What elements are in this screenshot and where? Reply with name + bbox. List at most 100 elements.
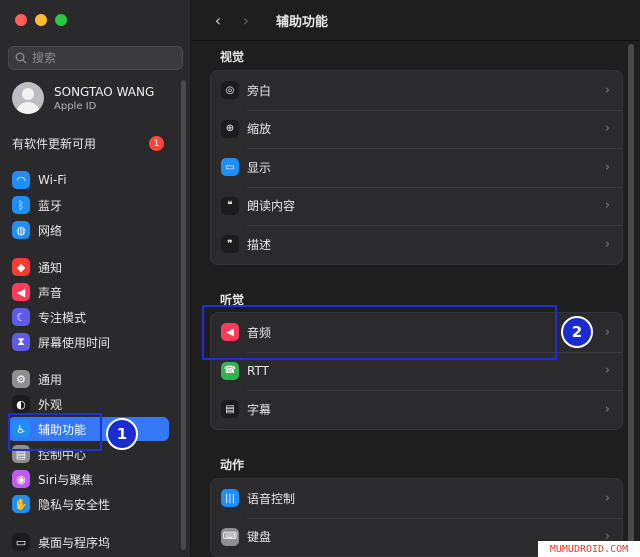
sidebar-item-label: 声音: [38, 285, 63, 300]
spoken-content-icon: ❝: [221, 196, 239, 215]
sidebar-item-gear[interactable]: ⚙ 通用: [8, 367, 169, 391]
section-title: 动作: [220, 458, 245, 472]
moon-icon: ☾: [12, 308, 30, 326]
sidebar-item-bluetooth[interactable]: ᛒ 蓝牙: [8, 193, 169, 217]
settings-row-label: 旁白: [247, 83, 272, 98]
chevron-right-icon: ›: [604, 82, 610, 98]
sidebar-item-globe[interactable]: ◍ 网络: [8, 218, 169, 242]
settings-row-label: 字幕: [247, 402, 272, 417]
bell-icon: ◆: [12, 258, 30, 276]
sidebar-item-label: Siri与聚焦: [38, 472, 94, 487]
settings-row-captions[interactable]: ▤ 字幕 ›: [211, 390, 622, 429]
sidebar-item-hourglass[interactable]: ⧗ 屏幕使用时间: [8, 330, 169, 354]
annotation-box-2: [202, 305, 557, 360]
sidebar-item-label: Wi-Fi: [38, 173, 67, 187]
annotation-badge-1: 1: [106, 418, 138, 450]
settings-row-zoom[interactable]: ⊕ 缩放 ›: [211, 109, 622, 149]
wifi-icon: ◠: [12, 171, 30, 189]
bluetooth-icon: ᛒ: [12, 196, 30, 214]
update-count-badge: 1: [149, 136, 164, 151]
sidebar-item-wifi[interactable]: ◠ Wi-Fi: [8, 168, 169, 192]
toolbar-divider: [192, 40, 640, 41]
main-panel: ‹ › 辅助功能 视觉 ◎ 旁白 › ⊕ 缩放 › ▭ 显示 › ❝ 朗读内容 › ❞ 描述 › 听觉 ◀ 音频 › ☎…: [192, 0, 640, 557]
settings-row-label: 缩放: [247, 122, 272, 137]
settings-row-label: 语音控制: [247, 491, 296, 506]
sidebar-item-label: 蓝牙: [38, 198, 63, 213]
chevron-right-icon: ›: [604, 490, 610, 506]
dock-icon: ▭: [12, 533, 30, 551]
search-icon: [15, 52, 27, 64]
avatar: [12, 82, 44, 114]
main-scrollbar[interactable]: [628, 44, 634, 549]
chevron-right-icon: ›: [604, 121, 610, 137]
settings-row-label: 显示: [247, 160, 272, 175]
account-name: SONGTAO WANG: [54, 84, 155, 99]
gear-icon: ⚙: [12, 370, 30, 388]
settings-row-voiceover[interactable]: ◎ 旁白 ›: [211, 71, 622, 110]
window-controls: [15, 14, 67, 26]
software-update-item[interactable]: 有软件更新可用 1: [12, 135, 164, 152]
toolbar: ‹ › 辅助功能: [192, 0, 640, 40]
zoom-window-button[interactable]: [55, 14, 67, 26]
sidebar-item-label: 通知: [38, 260, 63, 275]
chevron-right-icon: ›: [604, 401, 610, 417]
annotation-box-1: [8, 413, 102, 451]
rtt-icon: ☎: [221, 361, 239, 380]
settings-row-descriptions[interactable]: ❞ 描述 ›: [211, 225, 622, 264]
chevron-right-icon: ›: [604, 363, 610, 379]
software-update-label: 有软件更新可用: [12, 137, 97, 151]
settings-row-display[interactable]: ▭ 显示 ›: [211, 148, 622, 187]
sidebar-item-label: 外观: [38, 397, 63, 412]
close-window-button[interactable]: [15, 14, 27, 26]
appearance-icon: ◐: [12, 395, 30, 413]
settings-row-label: 描述: [247, 237, 272, 252]
globe-icon: ◍: [12, 221, 30, 239]
annotation-badge-2: 2: [561, 316, 593, 348]
sidebar-item-label: 隐私与安全性: [38, 497, 111, 512]
voiceover-icon: ◎: [221, 81, 239, 100]
settings-row-label: RTT: [247, 363, 269, 378]
sidebar-item-moon[interactable]: ☾ 专注模式: [8, 305, 169, 329]
sidebar-item-label: 网络: [38, 223, 63, 238]
sidebar-item-label: 屏幕使用时间: [38, 335, 111, 350]
sidebar-item-label: 通用: [38, 372, 63, 387]
watermark: MUMUDROID.COM: [538, 541, 640, 557]
apple-id-account[interactable]: SONGTAO WANG Apple ID: [12, 82, 154, 114]
descriptions-icon: ❞: [221, 235, 239, 254]
sidebar: SONGTAO WANG Apple ID 有软件更新可用 1 ◠ Wi-Fi ᛒ蓝…: [0, 0, 191, 557]
keyboard-icon: ⌨: [221, 527, 239, 546]
page-title: 辅助功能: [276, 14, 329, 30]
chevron-right-icon: ›: [604, 324, 610, 340]
chevron-right-icon: ›: [242, 10, 250, 30]
chevron-right-icon: ›: [604, 159, 610, 175]
chevron-left-icon: ‹: [214, 10, 222, 30]
sidebar-item-bell[interactable]: ◆ 通知: [8, 255, 169, 279]
sidebar-item-label: 桌面与程序坞: [38, 535, 111, 550]
chevron-right-icon: ›: [604, 198, 610, 214]
sidebar-scrollbar[interactable]: [181, 80, 186, 550]
settings-row-label: 键盘: [247, 530, 272, 545]
settings-row-spoken-content[interactable]: ❝ 朗读内容 ›: [211, 186, 622, 226]
account-subtitle: Apple ID: [54, 100, 97, 112]
sidebar-item-speaker[interactable]: ◀ 声音: [8, 280, 169, 304]
sidebar-item-dock[interactable]: ▭ 桌面与程序坞: [8, 530, 169, 554]
sidebar-item-hand[interactable]: ✋ 隐私与安全性: [8, 492, 169, 516]
settings-row-voice-control[interactable]: ||| 语音控制 ›: [211, 479, 622, 518]
siri-icon: ◉: [12, 470, 30, 488]
sidebar-item-label: 专注模式: [38, 310, 87, 325]
display-icon: ▭: [221, 158, 239, 177]
search-input[interactable]: [32, 51, 172, 65]
chevron-right-icon: ›: [604, 236, 610, 252]
speaker-icon: ◀: [12, 283, 30, 301]
settings-group: ◎ 旁白 › ⊕ 缩放 › ▭ 显示 › ❝ 朗读内容 › ❞ 描述 ›: [210, 70, 623, 265]
back-button[interactable]: ‹: [206, 8, 230, 32]
voice-control-icon: |||: [221, 489, 239, 508]
section-title: 视觉: [220, 50, 245, 64]
search-field[interactable]: [8, 46, 183, 70]
minimize-window-button[interactable]: [35, 14, 47, 26]
sidebar-item-siri[interactable]: ◉ Siri与聚焦: [8, 467, 169, 491]
zoom-icon: ⊕: [221, 119, 239, 138]
forward-button[interactable]: ›: [234, 8, 258, 32]
hand-icon: ✋: [12, 495, 30, 513]
settings-row-label: 朗读内容: [247, 199, 296, 214]
